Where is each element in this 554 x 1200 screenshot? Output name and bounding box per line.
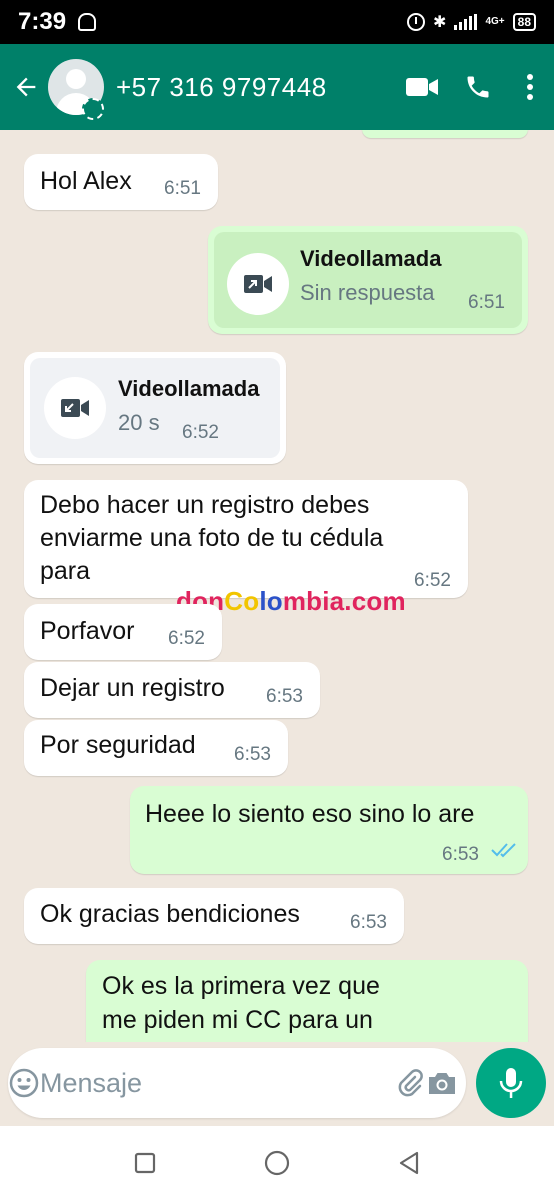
video-call-button[interactable] — [394, 44, 450, 130]
status-bar: 7:39 ✱ 4G+ 88 — [0, 0, 554, 44]
call-duration: 20 s — [118, 410, 160, 435]
call-title: Videollamada — [300, 246, 442, 271]
recents-button[interactable] — [125, 1143, 165, 1183]
message-bubble-incoming[interactable]: Hol Alex 6:51 — [24, 154, 218, 210]
message-text-line: para — [40, 557, 91, 585]
paperclip-icon — [398, 1069, 423, 1097]
emoji-icon — [9, 1068, 39, 1098]
message-text: Heee lo siento eso sino lo are — [145, 800, 475, 828]
message-time: 6:53 — [442, 844, 479, 865]
chat-header: +57 316 9797448 — [0, 44, 554, 130]
microphone-icon — [499, 1068, 523, 1098]
message-bubble-incoming[interactable]: Ok gracias bendiciones 6:53 — [24, 888, 404, 944]
alarm-icon — [407, 13, 426, 31]
chat-area[interactable]: Hol Alex 6:51 Videollamada Sin respuesta… — [0, 130, 554, 1042]
system-nav-bar — [0, 1126, 554, 1200]
read-receipt-icon — [490, 842, 518, 863]
emoji-button[interactable] — [8, 1048, 40, 1118]
message-text-line: me piden mi CC para un — [102, 1006, 373, 1034]
message-bubble-incoming[interactable]: Porfavor 6:52 — [24, 604, 222, 660]
incoming-video-call-icon — [61, 399, 89, 417]
message-time: 6:52 — [168, 628, 205, 649]
message-text: Por seguridad — [40, 731, 196, 759]
arrow-left-icon — [16, 77, 36, 97]
message-bubble-incoming[interactable]: Debo hacer un registro debes enviarme un… — [24, 480, 468, 598]
message-text: Hol Alex — [40, 167, 132, 195]
call-card[interactable]: Videollamada 20 s 6:52 — [30, 358, 280, 458]
message-composer — [8, 1048, 466, 1118]
call-bubble-outgoing[interactable]: Videollamada Sin respuesta 6:51 — [208, 226, 528, 334]
home-button[interactable] — [257, 1143, 297, 1183]
voice-call-button[interactable] — [450, 44, 506, 130]
back-button[interactable] — [4, 44, 48, 130]
snapchat-ghost-icon — [78, 13, 97, 31]
message-bubble-partial[interactable] — [362, 130, 528, 138]
message-time: 6:53 — [234, 744, 271, 765]
camera-button[interactable] — [426, 1048, 458, 1118]
message-bubble-incoming[interactable]: Dejar un registro 6:53 — [24, 662, 320, 718]
message-text: Porfavor — [40, 617, 135, 645]
signal-icon — [454, 14, 478, 30]
status-icons: ✱ 4G+ 88 — [407, 12, 536, 32]
call-bubble-incoming[interactable]: Videollamada 20 s 6:52 — [24, 352, 286, 464]
message-bubble-outgoing[interactable]: Ok es la primera vez que me piden mi CC … — [86, 960, 528, 1042]
square-icon — [134, 1152, 156, 1174]
voice-message-button[interactable] — [476, 1048, 546, 1118]
back-nav-button[interactable] — [389, 1143, 429, 1183]
more-options-button[interactable] — [506, 44, 554, 130]
triangle-back-icon — [399, 1151, 419, 1175]
message-bubble-incoming[interactable]: Por seguridad 6:53 — [24, 720, 288, 776]
circle-icon — [264, 1150, 290, 1176]
message-text: Dejar un registro — [40, 674, 225, 702]
message-text: Ok gracias bendiciones — [40, 900, 300, 928]
battery-indicator: 88 — [512, 13, 536, 31]
message-text-line: Ok es la primera vez que — [102, 972, 380, 1000]
phone-icon — [467, 76, 489, 98]
call-icon-circle — [44, 377, 106, 439]
message-time: 6:53 — [266, 686, 303, 707]
camera-icon — [429, 1073, 455, 1094]
outgoing-video-call-icon — [244, 275, 272, 293]
message-time: 6:52 — [414, 570, 451, 591]
call-status: Sin respuesta — [300, 280, 435, 305]
message-time: 6:52 — [182, 422, 219, 443]
network-type-label: 4G+ — [485, 16, 505, 27]
status-ring-icon — [82, 98, 104, 120]
bluetooth-icon: ✱ — [433, 14, 447, 31]
status-time: 7:39 — [18, 8, 67, 35]
call-icon-circle — [227, 253, 289, 315]
message-text-line: enviarme una foto de tu cédula — [40, 524, 384, 552]
message-time: 6:53 — [350, 912, 387, 933]
video-camera-icon — [406, 78, 438, 96]
message-time: 6:51 — [468, 292, 505, 313]
call-title: Videollamada — [118, 376, 260, 401]
kebab-menu-icon — [527, 74, 533, 100]
message-time: 6:51 — [164, 178, 201, 199]
message-bubble-outgoing[interactable]: Heee lo siento eso sino lo are 6:53 — [130, 786, 528, 874]
attach-button[interactable] — [394, 1048, 426, 1118]
message-text-line: Debo hacer un registro debes — [40, 491, 370, 519]
message-input[interactable] — [40, 1053, 394, 1113]
contact-name[interactable]: +57 316 9797448 — [116, 72, 394, 103]
